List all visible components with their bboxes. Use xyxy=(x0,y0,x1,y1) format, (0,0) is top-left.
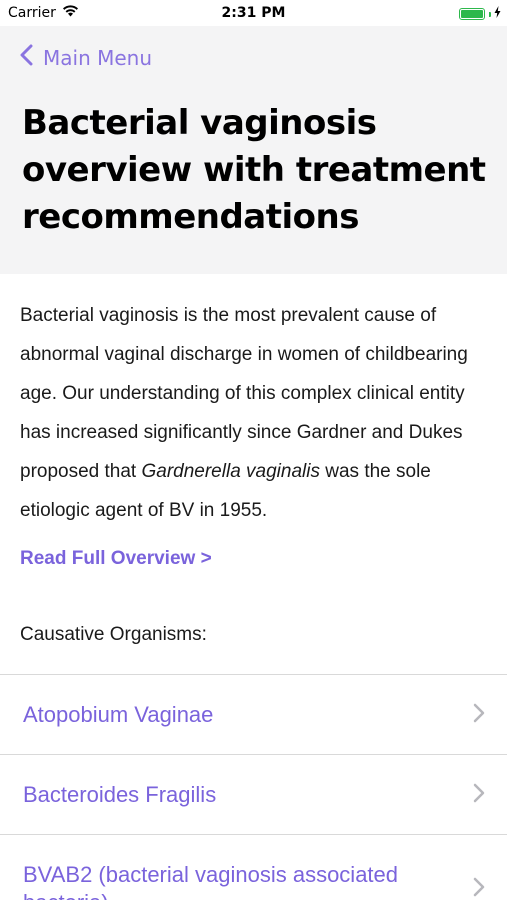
organism-list: Atopobium Vaginae Bacteroides Fragilis B… xyxy=(0,674,507,900)
battery-fill xyxy=(461,10,483,18)
causative-organisms-label: Causative Organisms: xyxy=(20,624,207,645)
back-button[interactable]: Main Menu xyxy=(20,44,152,71)
chevron-right-icon xyxy=(473,783,485,807)
back-label: Main Menu xyxy=(43,45,153,70)
status-right xyxy=(459,6,501,22)
chevron-left-icon xyxy=(20,44,33,71)
page-header: Main Menu Bacterial vaginosis overview w… xyxy=(0,26,507,274)
battery-tip xyxy=(489,11,491,17)
list-item[interactable]: BVAB2 (bacterial vaginosis associated ba… xyxy=(0,834,507,900)
list-item-label: BVAB2 (bacterial vaginosis associated ba… xyxy=(23,862,399,900)
list-item[interactable]: Atopobium Vaginae xyxy=(0,674,507,754)
list-item-label: Bacteroides Fragilis xyxy=(23,782,217,807)
list-item-label: Atopobium Vaginae xyxy=(23,702,214,727)
chevron-right-icon xyxy=(473,703,485,727)
status-time: 2:31 PM xyxy=(221,5,286,21)
read-full-overview-link[interactable]: Read Full Overview > xyxy=(20,548,212,570)
list-item[interactable]: Bacteroides Fragilis xyxy=(0,754,507,834)
overview-text-part1: Bacterial vaginosis is the most prevalen… xyxy=(20,305,468,482)
status-bar: Carrier 2:31 PM xyxy=(0,0,507,26)
battery-icon xyxy=(459,8,485,20)
overview-text-italic: Gardnerella vaginalis xyxy=(141,461,320,482)
screen: Carrier 2:31 PM Main Menu Bacterial vagi… xyxy=(0,0,507,900)
chevron-right-icon xyxy=(473,877,485,900)
page-title: Bacterial vaginosis overview with treatm… xyxy=(22,103,486,237)
charging-bolt-icon xyxy=(494,6,501,22)
overview-text: Bacterial vaginosis is the most prevalen… xyxy=(20,296,492,530)
